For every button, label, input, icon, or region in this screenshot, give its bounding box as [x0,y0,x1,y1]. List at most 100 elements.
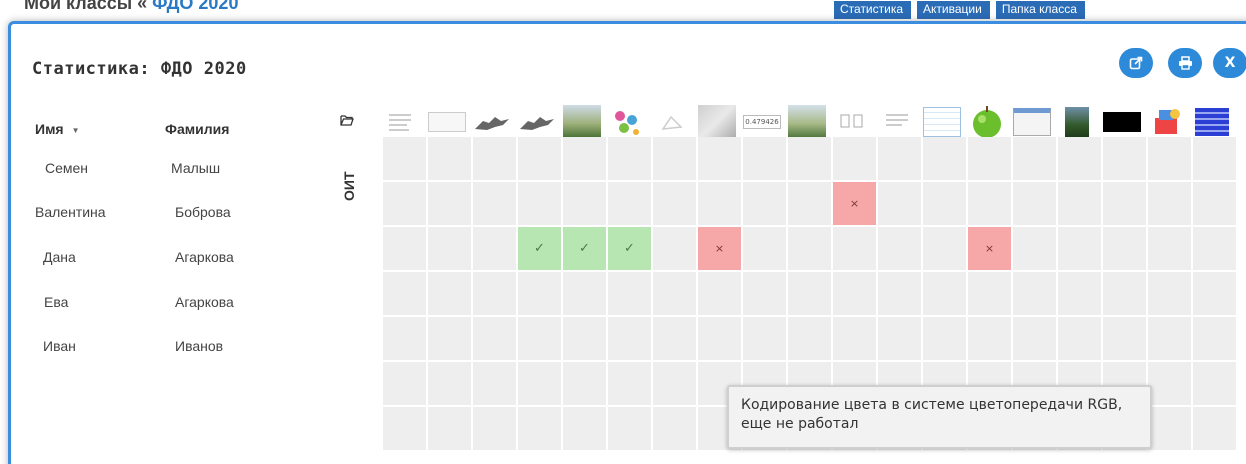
grid-cell[interactable] [1193,227,1236,270]
grid-cell[interactable] [428,182,471,225]
grid-cell[interactable] [473,227,516,270]
grid-cell-ok[interactable]: ✓ [608,227,651,270]
background-menu-class-folder[interactable]: Папка класса [995,1,1085,19]
task-thumb-doc[interactable] [381,104,419,140]
grid-cell[interactable] [743,272,786,315]
grid-cell[interactable] [698,317,741,360]
grid-cell[interactable] [428,317,471,360]
grid-cell[interactable] [653,182,696,225]
grid-cell-fail[interactable]: × [833,182,876,225]
grid-cell[interactable] [383,407,426,450]
grid-cell[interactable] [1058,272,1101,315]
grid-cell[interactable] [563,317,606,360]
grid-cell[interactable] [428,272,471,315]
grid-cell-fail[interactable]: × [698,227,741,270]
grid-cell[interactable] [1193,182,1236,225]
grid-cell[interactable] [1103,272,1146,315]
task-thumb-horses[interactable] [473,104,511,140]
grid-cell[interactable] [1058,137,1101,180]
grid-cell[interactable] [878,317,921,360]
grid-cell[interactable] [653,137,696,180]
grid-cell[interactable] [1013,182,1056,225]
grid-cell[interactable] [1103,227,1146,270]
task-thumb-number[interactable]: 0.479426 [743,104,781,140]
grid-cell[interactable] [1103,317,1146,360]
grid-cell[interactable] [428,137,471,180]
grid-cell[interactable] [743,227,786,270]
grid-cell[interactable] [833,317,876,360]
grid-cell[interactable] [1193,407,1236,450]
grid-cell[interactable] [473,182,516,225]
grid-cell[interactable] [833,227,876,270]
grid-cell[interactable] [788,272,831,315]
grid-cell[interactable] [1058,227,1101,270]
task-thumb-horses[interactable] [518,104,556,140]
grid-cell[interactable] [1148,317,1191,360]
grid-cell[interactable] [923,272,966,315]
grid-cell[interactable] [653,362,696,405]
first-name-header[interactable]: Имя ▼ [35,121,80,137]
grid-cell[interactable] [743,182,786,225]
task-thumb-doc[interactable] [878,104,916,140]
grid-cell[interactable] [383,362,426,405]
grid-cell[interactable] [1193,317,1236,360]
grid-cell[interactable] [698,182,741,225]
grid-cell[interactable] [1058,182,1101,225]
grid-cell[interactable] [1058,317,1101,360]
grid-cell[interactable] [473,407,516,450]
task-thumb-hill[interactable] [698,104,736,140]
grid-cell[interactable] [518,272,561,315]
print-button[interactable] [1168,48,1202,78]
grid-cell[interactable] [1103,137,1146,180]
grid-cell[interactable] [563,137,606,180]
grid-cell[interactable] [1013,227,1056,270]
grid-cell[interactable] [1148,407,1191,450]
grid-cell[interactable] [563,272,606,315]
grid-cell[interactable] [1013,317,1056,360]
task-thumb-tree[interactable] [1058,104,1096,140]
grid-cell[interactable] [1148,272,1191,315]
grid-cell[interactable] [923,137,966,180]
grid-cell[interactable] [923,317,966,360]
grid-cell[interactable] [833,137,876,180]
background-menu-activations[interactable]: Активации [917,1,990,19]
grid-cell[interactable] [518,182,561,225]
last-name-header[interactable]: Фамилия [165,121,229,137]
folder-icon[interactable] [340,113,354,129]
grid-cell[interactable] [968,272,1011,315]
grid-cell[interactable] [383,182,426,225]
task-thumb-landscape[interactable] [563,104,601,140]
grid-cell-ok[interactable]: ✓ [518,227,561,270]
grid-cell[interactable] [653,227,696,270]
grid-cell-fail[interactable]: × [968,227,1011,270]
grid-cell[interactable] [608,362,651,405]
grid-cell[interactable] [788,317,831,360]
task-thumb-window[interactable] [1013,104,1051,140]
task-thumb-toy[interactable] [1148,104,1186,140]
grid-cell[interactable] [473,137,516,180]
grid-cell[interactable] [653,272,696,315]
task-thumb-text-snippet[interactable] [428,104,466,140]
grid-cell[interactable] [473,317,516,360]
grid-cell[interactable] [473,272,516,315]
grid-cell[interactable] [788,227,831,270]
grid-cell[interactable] [653,407,696,450]
grid-cell[interactable] [1013,137,1056,180]
grid-cell[interactable] [743,317,786,360]
grid-cell[interactable] [1148,227,1191,270]
grid-cell[interactable] [1148,362,1191,405]
grid-cell[interactable] [428,362,471,405]
grid-cell[interactable] [608,182,651,225]
grid-cell[interactable] [698,272,741,315]
task-thumb-sketch[interactable] [653,104,691,140]
grid-cell[interactable] [968,137,1011,180]
grid-cell[interactable] [878,227,921,270]
open-external-button[interactable] [1119,48,1153,78]
grid-cell[interactable] [563,182,606,225]
close-button[interactable]: X [1213,48,1246,78]
grid-cell[interactable] [1148,137,1191,180]
grid-cell[interactable] [968,182,1011,225]
grid-cell[interactable] [1103,182,1146,225]
grid-cell[interactable] [1013,272,1056,315]
task-thumb-spreadsheet[interactable] [923,104,961,140]
